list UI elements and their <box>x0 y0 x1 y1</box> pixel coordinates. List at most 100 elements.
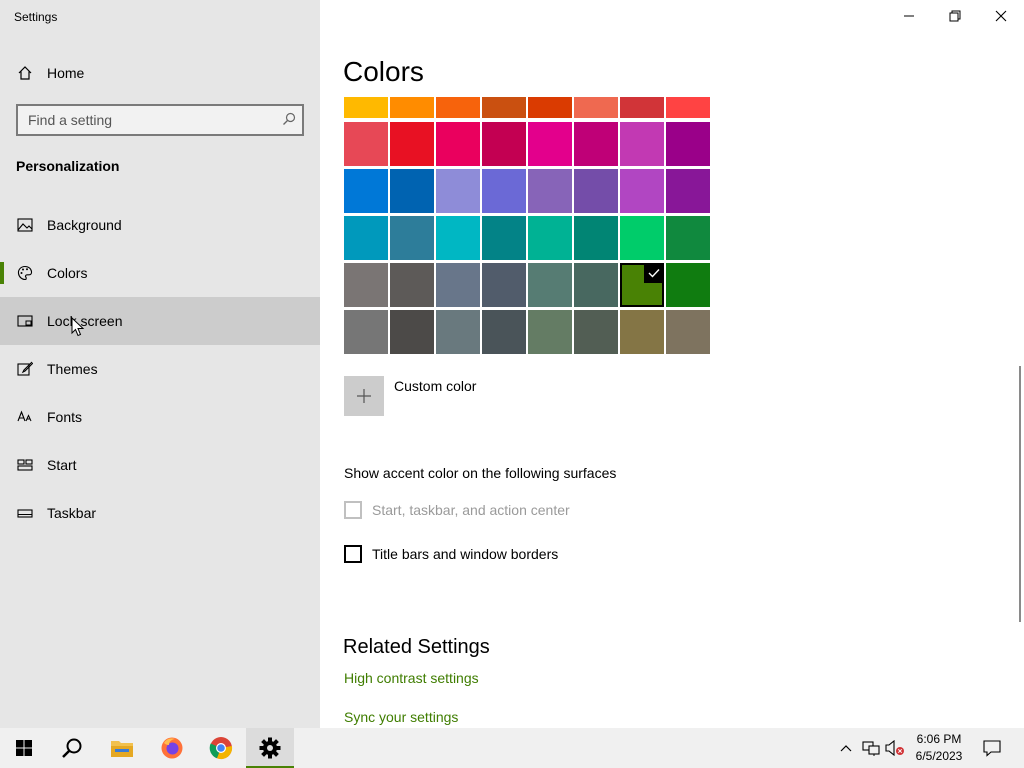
color-swatch[interactable] <box>528 169 572 213</box>
color-swatch[interactable] <box>344 97 388 118</box>
color-swatch[interactable] <box>574 216 618 260</box>
sidebar-item-home[interactable]: Home <box>0 49 320 97</box>
color-swatch[interactable] <box>344 310 388 354</box>
color-swatch[interactable] <box>574 122 618 166</box>
show-hidden-icons-button[interactable] <box>836 728 856 768</box>
sidebar-item-colors[interactable]: Colors <box>0 249 320 297</box>
sidebar-item-label: Background <box>47 217 122 233</box>
color-swatch[interactable] <box>482 263 526 307</box>
file-explorer-button[interactable] <box>98 728 146 768</box>
color-swatch[interactable] <box>528 310 572 354</box>
search-icon[interactable] <box>282 112 296 131</box>
close-button[interactable] <box>978 0 1024 32</box>
sidebar-item-fonts[interactable]: Fonts <box>0 393 320 441</box>
color-swatch[interactable] <box>528 263 572 307</box>
palette-icon <box>16 264 34 282</box>
color-swatch[interactable] <box>436 263 480 307</box>
sidebar-item-background[interactable]: Background <box>0 201 320 249</box>
minimize-icon <box>904 15 914 17</box>
firefox-button[interactable] <box>148 728 196 768</box>
taskbar-icon <box>16 504 34 522</box>
color-swatch[interactable] <box>620 169 664 213</box>
color-swatch[interactable] <box>482 97 526 118</box>
firefox-icon <box>161 737 183 759</box>
clock-date: 6/5/2023 <box>915 749 963 763</box>
color-swatch[interactable] <box>482 169 526 213</box>
color-swatch[interactable] <box>528 122 572 166</box>
color-swatch[interactable] <box>344 122 388 166</box>
color-swatch[interactable] <box>436 169 480 213</box>
custom-color-label[interactable]: Custom color <box>394 378 476 394</box>
color-swatch[interactable] <box>666 263 710 307</box>
color-swatch[interactable] <box>390 122 434 166</box>
network-button[interactable] <box>860 728 882 768</box>
color-swatch[interactable] <box>482 216 526 260</box>
brush-icon <box>16 360 34 378</box>
sidebar-item-themes[interactable]: Themes <box>0 345 320 393</box>
color-swatch[interactable] <box>344 263 388 307</box>
title-bars-checkbox[interactable] <box>344 545 362 563</box>
color-swatch[interactable] <box>620 263 664 307</box>
color-swatch[interactable] <box>344 216 388 260</box>
color-swatch[interactable] <box>666 97 710 118</box>
sidebar-item-label: Colors <box>47 265 88 281</box>
settings-gear-icon <box>259 737 281 759</box>
color-swatch[interactable] <box>390 169 434 213</box>
color-swatch[interactable] <box>344 169 388 213</box>
color-swatch[interactable] <box>528 97 572 118</box>
color-swatch[interactable] <box>620 97 664 118</box>
color-swatch[interactable] <box>390 263 434 307</box>
color-swatch[interactable] <box>620 216 664 260</box>
taskbar-clock[interactable]: 6:06 PM 6/5/2023 <box>906 731 972 765</box>
chrome-button[interactable] <box>197 728 245 768</box>
color-swatch[interactable] <box>436 216 480 260</box>
notification-icon <box>983 740 1001 757</box>
high-contrast-link[interactable]: High contrast settings <box>344 670 479 686</box>
color-swatch[interactable] <box>620 310 664 354</box>
volume-button[interactable] <box>884 728 906 768</box>
search-icon <box>62 738 82 758</box>
color-swatch[interactable] <box>390 216 434 260</box>
color-swatch[interactable] <box>436 122 480 166</box>
sync-settings-link[interactable]: Sync your settings <box>344 709 458 725</box>
action-center-button[interactable] <box>978 728 1006 768</box>
page-title: Colors <box>343 56 424 87</box>
start-layout-icon <box>16 456 34 474</box>
color-swatch[interactable] <box>620 122 664 166</box>
lock-screen-icon <box>16 312 34 330</box>
restore-icon <box>949 10 961 22</box>
color-swatch[interactable] <box>666 216 710 260</box>
color-swatch[interactable] <box>390 97 434 118</box>
search-input[interactable]: Find a setting <box>16 104 304 136</box>
color-swatch[interactable] <box>574 310 618 354</box>
title-bars-checkbox-label[interactable]: Title bars and window borders <box>372 546 558 562</box>
color-swatch[interactable] <box>666 169 710 213</box>
color-swatch[interactable] <box>574 169 618 213</box>
minimize-button[interactable] <box>886 0 932 32</box>
scrollbar-thumb[interactable] <box>1019 366 1021 622</box>
start-button[interactable] <box>0 728 48 768</box>
custom-color-button[interactable] <box>344 376 384 416</box>
color-swatch[interactable] <box>666 310 710 354</box>
mouse-cursor-icon <box>71 317 85 337</box>
sidebar-item-lock-screen[interactable]: Lock screen <box>0 297 320 345</box>
settings-taskbar-button[interactable] <box>246 728 294 768</box>
color-swatch[interactable] <box>390 310 434 354</box>
color-swatch[interactable] <box>574 263 618 307</box>
restore-button[interactable] <box>932 0 978 32</box>
color-swatch[interactable] <box>436 97 480 118</box>
color-swatch[interactable] <box>436 310 480 354</box>
color-swatch[interactable] <box>574 97 618 118</box>
color-swatch[interactable] <box>482 310 526 354</box>
color-swatch[interactable] <box>528 216 572 260</box>
sidebar-item-taskbar[interactable]: Taskbar <box>0 489 320 537</box>
color-swatch[interactable] <box>666 122 710 166</box>
volume-muted-icon <box>885 740 904 756</box>
sidebar-item-label: Home <box>47 65 85 81</box>
clock-time: 6:06 PM <box>916 732 962 746</box>
taskbar-search-button[interactable] <box>48 728 96 768</box>
sidebar-item-start[interactable]: Start <box>0 441 320 489</box>
start-taskbar-checkbox[interactable] <box>344 501 362 519</box>
chevron-up-icon <box>840 745 852 752</box>
color-swatch[interactable] <box>482 122 526 166</box>
